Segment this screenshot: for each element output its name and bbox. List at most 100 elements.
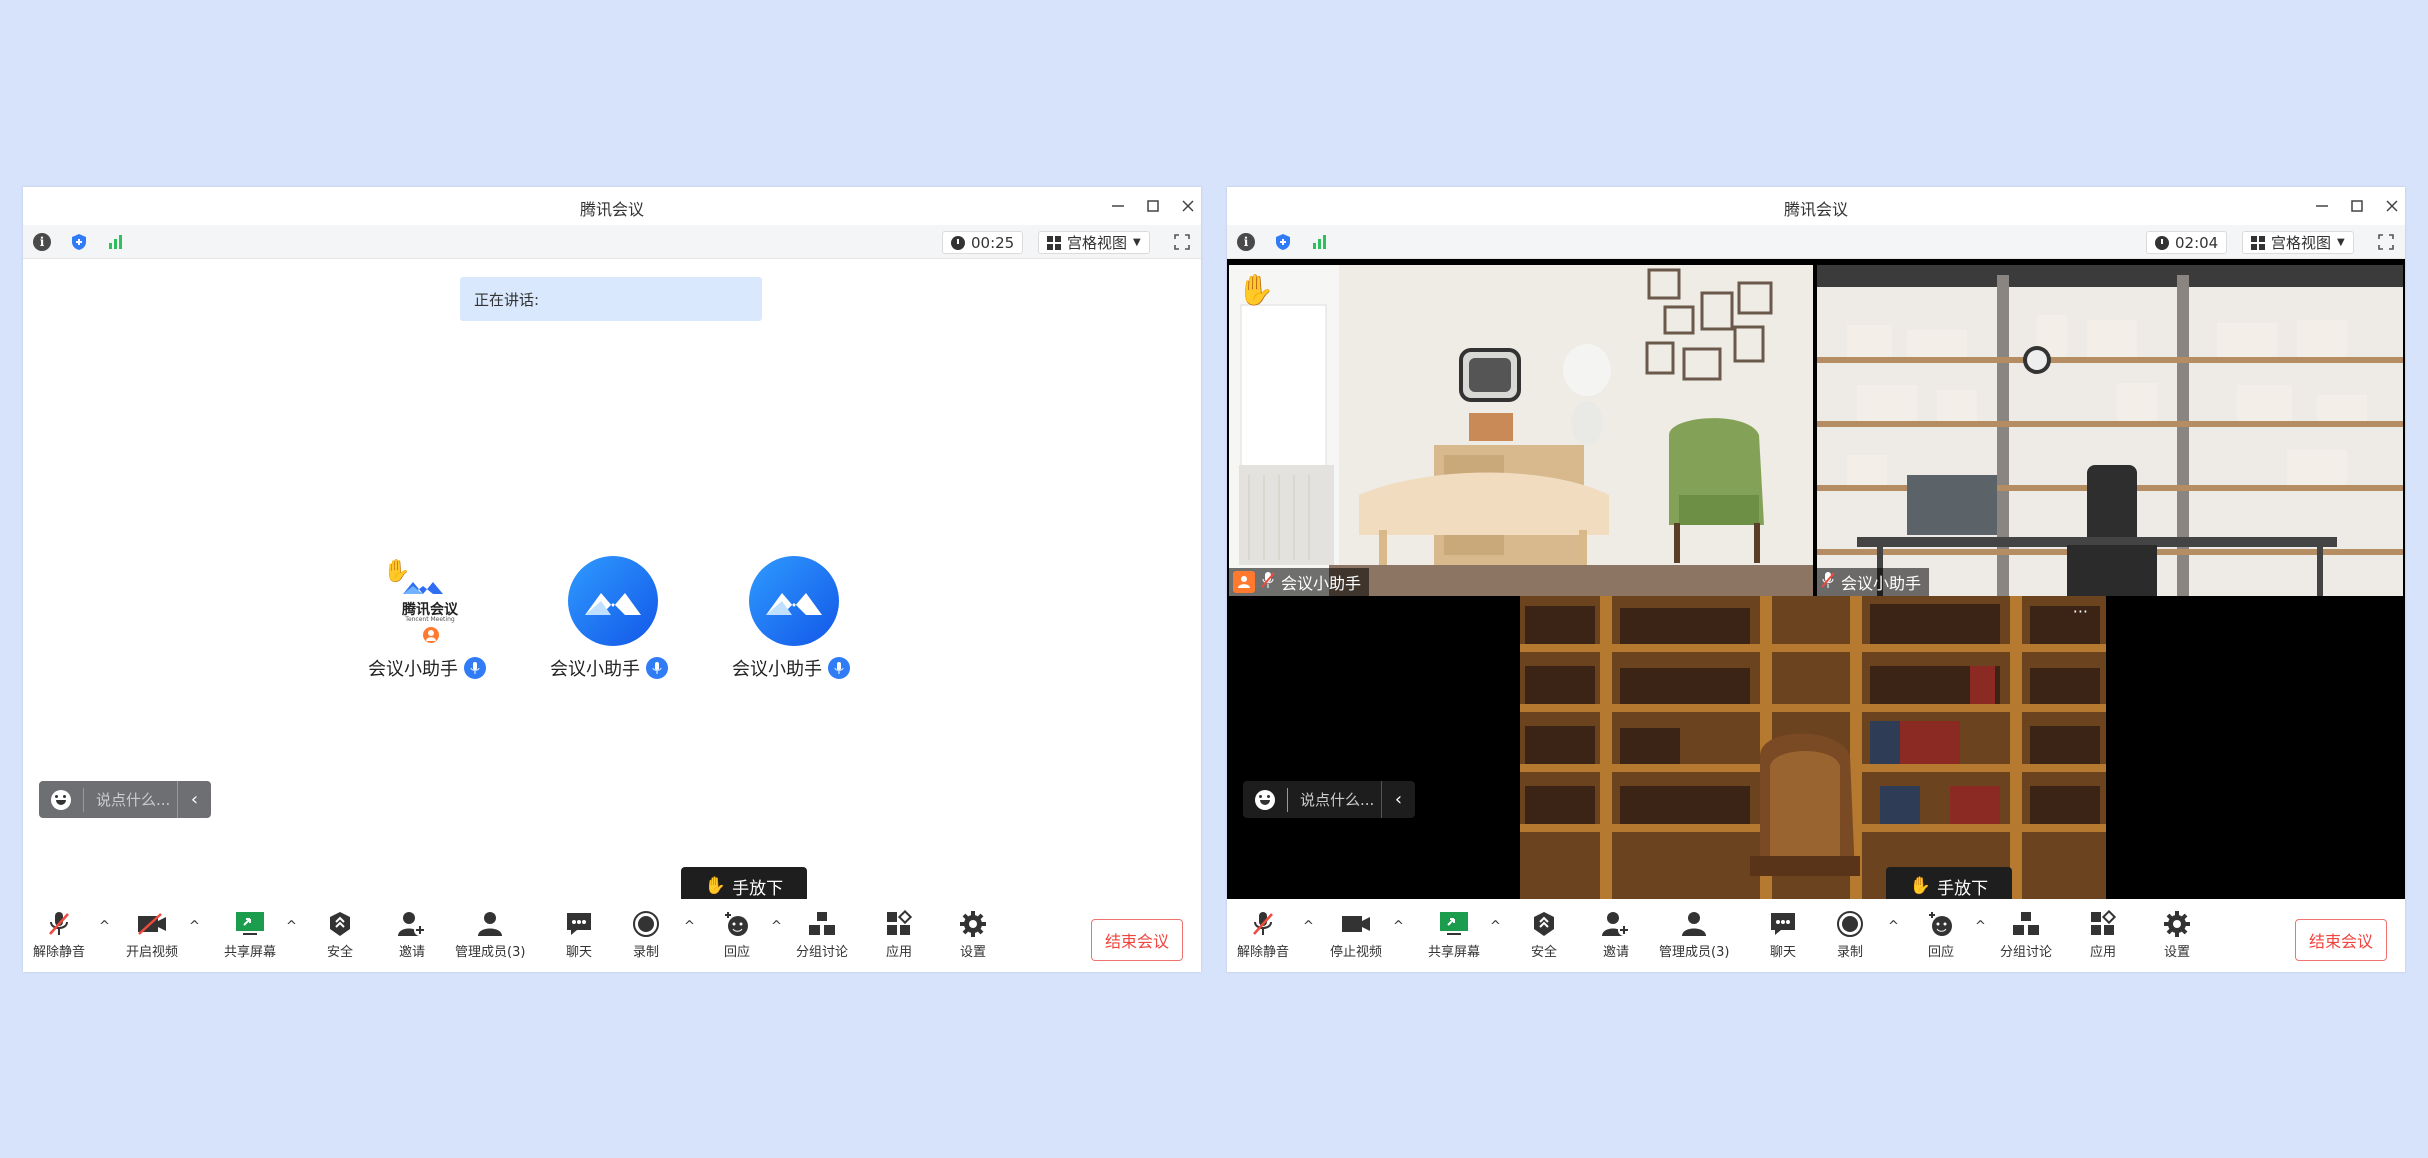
invite-icon (395, 907, 429, 941)
fullscreen-icon[interactable] (2377, 233, 2395, 251)
chevron-left-icon[interactable]: ‹ (1381, 781, 1415, 818)
apps-icon (882, 907, 916, 941)
apps-button[interactable]: 应用 (2086, 907, 2120, 960)
breakout-icon (805, 907, 839, 941)
video-tile[interactable]: ✋ 会议小助手 (1229, 265, 1813, 596)
breakout-rooms-button[interactable]: 分组讨论 (796, 907, 848, 960)
view-switch-button[interactable]: 宫格视图 ▼ (1038, 231, 1150, 254)
minimize-icon[interactable] (2311, 195, 2333, 217)
video-tile[interactable]: 会议小助手 (1817, 265, 2403, 596)
chevron-up-icon[interactable]: ^ (771, 919, 782, 934)
chevron-left-icon[interactable]: ‹ (177, 781, 211, 818)
video-tile[interactable]: ··· (1520, 596, 2106, 899)
window-title: 腾讯会议 (1783, 200, 1848, 219)
chevron-down-icon: ▼ (1133, 237, 1141, 248)
meeting-window-left: 腾讯会议 i 00:25 宫格视图 ▼ 正在讲话: ✋ 腾讯会议 Tencent… (23, 187, 1201, 972)
share-screen-icon (1437, 907, 1471, 941)
record-button[interactable]: 录制 (629, 907, 663, 960)
unmute-button[interactable]: 解除静音 (1237, 907, 1289, 960)
chevron-up-icon[interactable]: ^ (684, 919, 695, 934)
unmute-button[interactable]: 解除静音 (33, 907, 85, 960)
chevron-up-icon[interactable]: ^ (1975, 919, 1986, 934)
end-meeting-button[interactable]: 结束会议 (1091, 919, 1183, 961)
mic-icon (828, 657, 850, 679)
react-button[interactable]: 回应 (1924, 907, 1958, 960)
share-screen-button[interactable]: 共享屏幕 (1428, 907, 1480, 960)
clock-icon (2155, 235, 2169, 250)
chevron-up-icon[interactable]: ^ (286, 919, 297, 934)
top-info-bar: i 00:25 宫格视图 ▼ (23, 225, 1201, 259)
mic-icon (464, 657, 486, 679)
chevron-up-icon[interactable]: ^ (1303, 919, 1314, 934)
participant-name: 会议小助手 (732, 655, 850, 681)
view-label: 宫格视图 (1067, 234, 1128, 252)
chevron-up-icon[interactable]: ^ (1490, 919, 1501, 934)
chat-input-bar[interactable]: 说点什么... ‹ (39, 781, 211, 818)
avatar[interactable] (568, 556, 658, 646)
maximize-icon[interactable] (2346, 195, 2368, 217)
chat-button[interactable]: 聊天 (562, 907, 596, 960)
security-button[interactable]: 安全 (323, 907, 357, 960)
participant-stage: 正在讲话: ✋ 腾讯会议 Tencent Meeting 会议小助手 会议小助手 (23, 259, 1201, 905)
share-screen-button[interactable]: 共享屏幕 (224, 907, 276, 960)
minimize-icon[interactable] (1107, 195, 1129, 217)
shield-icon[interactable] (70, 233, 88, 251)
avatar[interactable] (749, 556, 839, 646)
maximize-icon[interactable] (1142, 195, 1164, 217)
fullscreen-icon[interactable] (1173, 233, 1191, 251)
apps-button[interactable]: 应用 (882, 907, 916, 960)
view-switch-button[interactable]: 宫格视图 ▼ (2242, 231, 2354, 254)
bottom-toolbar: 解除静音 ^ 开启视频 ^ 共享屏幕 ^ 安全 邀请 管理成员(3) 聊天 录制… (23, 899, 1201, 972)
chat-button[interactable]: 聊天 (1766, 907, 1800, 960)
chevron-up-icon[interactable]: ^ (189, 919, 200, 934)
emoji-icon[interactable] (1255, 789, 1275, 810)
chat-input-bar[interactable]: 说点什么... ‹ (1243, 781, 1415, 818)
close-icon[interactable] (2381, 195, 2403, 217)
chevron-up-icon[interactable]: ^ (1393, 919, 1404, 934)
signal-icon[interactable] (1311, 233, 1329, 251)
close-icon[interactable] (1177, 195, 1199, 217)
speaking-label: 正在讲话: (474, 290, 540, 309)
security-icon (1527, 907, 1561, 941)
react-icon (1924, 907, 1958, 941)
stop-video-button[interactable]: 停止视频 (1330, 907, 1382, 960)
chevron-up-icon[interactable]: ^ (1888, 919, 1899, 934)
timer-text: 00:25 (971, 233, 1015, 252)
chat-placeholder: 说点什么... (1300, 791, 1375, 809)
record-button[interactable]: 录制 (1833, 907, 1867, 960)
mic-muted-icon (1261, 571, 1275, 593)
settings-button[interactable]: 设置 (2160, 907, 2194, 960)
apps-icon (2086, 907, 2120, 941)
members-icon (473, 907, 507, 941)
settings-button[interactable]: 设置 (956, 907, 990, 960)
breakout-rooms-button[interactable]: 分组讨论 (2000, 907, 2052, 960)
start-video-button[interactable]: 开启视频 (126, 907, 178, 960)
emoji-icon[interactable] (51, 789, 71, 810)
avatar[interactable]: ✋ 腾讯会议 Tencent Meeting (385, 556, 475, 646)
meeting-window-right: 腾讯会议 i 02:04 宫格视图 ▼ ✋ 会议小助手 会议小助手 ··· 说点… (1227, 187, 2405, 972)
video-name-label: 会议小助手 (1229, 568, 1370, 596)
signal-icon[interactable] (107, 233, 125, 251)
timer-text: 02:04 (2175, 233, 2219, 252)
members-icon (1677, 907, 1711, 941)
manage-members-button[interactable]: 管理成员(3) (455, 907, 525, 960)
invite-button[interactable]: 邀请 (1599, 907, 1633, 960)
meeting-timer: 02:04 (2146, 231, 2228, 254)
info-icon[interactable]: i (33, 233, 51, 251)
title-bar[interactable]: 腾讯会议 (23, 187, 1201, 225)
manage-members-button[interactable]: 管理成员(3) (1659, 907, 1729, 960)
end-meeting-button[interactable]: 结束会议 (2295, 919, 2387, 961)
grid-view-icon (1047, 235, 1061, 250)
info-icon[interactable]: i (1237, 233, 1255, 251)
chat-icon (1766, 907, 1800, 941)
react-button[interactable]: 回应 (720, 907, 754, 960)
chevron-up-icon[interactable]: ^ (99, 919, 110, 934)
invite-button[interactable]: 邀请 (395, 907, 429, 960)
participant-name: 会议小助手 (550, 655, 668, 681)
more-options-icon[interactable]: ··· (2073, 602, 2088, 621)
shield-icon[interactable] (1274, 233, 1292, 251)
video-name-label: 会议小助手 (1817, 568, 1930, 596)
security-button[interactable]: 安全 (1527, 907, 1561, 960)
title-bar[interactable]: 腾讯会议 (1227, 187, 2405, 225)
window-title: 腾讯会议 (579, 200, 644, 219)
